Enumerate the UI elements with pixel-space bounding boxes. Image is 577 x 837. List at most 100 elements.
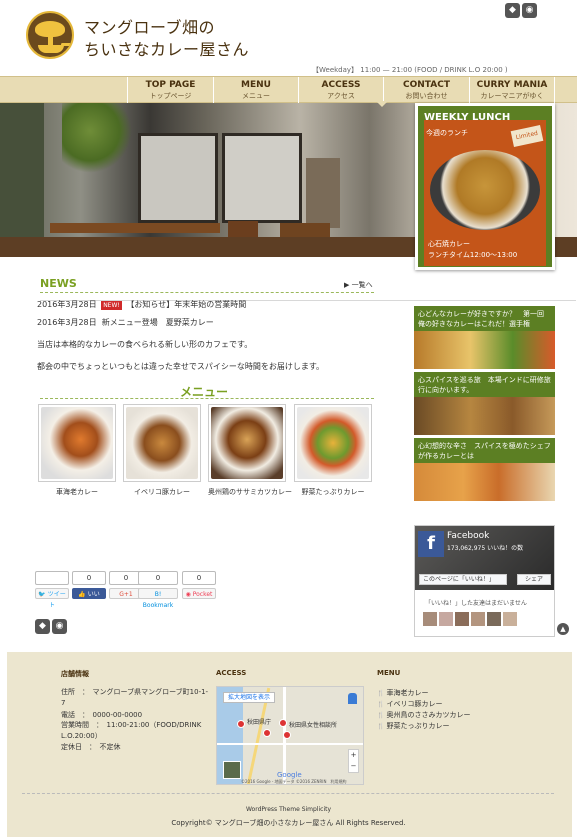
site-logo[interactable] [26,11,74,59]
fb-likes-count: 173,062,975 いいね！の数 [447,545,524,552]
hatena-button[interactable]: B! Bookmark [138,588,178,609]
news-title[interactable]: 【お知らせ】年末年始の営業時間 [126,300,246,309]
banner-text: 心スパイスを巡る旅 本場インドに研修旅行に向かいます。 [418,376,551,394]
nav-label: CURRY MANIA [476,80,548,90]
banner-text: 心どんなカレーが好きですか？ 第一回 俺の好きなカレーはこれだ！選手権 [418,310,551,328]
fb-friends-message: 「いいね！」した友達はまだいません [425,600,527,607]
lunch-subtitle: 今週のランチ [426,129,468,137]
back-to-top-icon[interactable]: ▲ [557,623,569,635]
facebook-widget[interactable]: f Facebook 173,062,975 いいね！の数 このページに「いいね… [414,525,555,637]
news-item[interactable]: 2016年3月28日 新メニュー登場 夏野菜カレー [37,317,214,328]
nav-sublabel: トップページ [149,92,192,100]
nav-label: CONTACT [403,80,450,90]
news-date: 2016年3月28日 [37,318,97,327]
nav-contact[interactable]: CONTACT お問い合わせ [383,77,469,103]
footer-menu-item[interactable]: 🍴 奥州鳥のささみカツカレー [377,710,470,720]
footer-menu-item[interactable]: 🍴 車海老カレー [377,688,428,698]
dish-photo-chicken-katsu[interactable] [208,404,286,482]
fb-like-button[interactable]: 👍 いいね！ [72,588,106,609]
feedly-icon[interactable]: ◆ [505,3,520,18]
tweet-label: ツイート [47,591,66,609]
share-facebook[interactable]: 0 👍 いいね！ [72,571,106,609]
dish-photo-shrimp[interactable] [38,404,116,482]
footer-menu-heading: MENU [377,669,401,677]
theme-credit[interactable]: WordPress Theme Simplicity [0,806,577,813]
like-label: いいね！ [82,591,100,609]
news-title[interactable]: 新メニュー登場 夏野菜カレー [102,318,214,327]
business-hours: 【Weekday】 11:00 — 21:00 (FOOD / DRINK L.… [312,66,508,74]
facebook-icon[interactable]: f [418,531,444,557]
site-title-line1[interactable]: マングローブ畑の [84,14,215,38]
nav-sublabel: メニュー [242,92,270,100]
banner-photo [414,331,555,369]
new-badge: NEW! [101,301,122,310]
store-closed: 定休日 ： 不定休 [61,743,121,751]
feedly-icon[interactable]: ◆ [35,619,50,634]
share-hatena[interactable]: 0 B! Bookmark [138,571,178,609]
weekly-lunch-card[interactable]: WEEKLY LUNCH 今週のランチ Limited 心石焼カレー ランチタイ… [415,103,555,270]
hatena-icon: B! [154,591,162,598]
map-satellite-toggle[interactable] [223,761,241,779]
google-map[interactable]: 拡大地図を表示 秋田県庁 秋田県女性相談所 + − Google ©2016 Go… [216,686,364,785]
footer-menu-item[interactable]: 🍴 野菜たっぷりカレー [377,721,449,731]
store-info-heading: 店舗情報 [61,670,89,678]
news-item[interactable]: 2016年3月28日 NEW! 【お知らせ】年末年始の営業時間 [37,299,246,310]
follow-icons: ◆ ◉ [35,619,69,634]
dish-name[interactable]: イベリコ豚カレー [120,487,204,497]
rss-icon[interactable]: ◉ [522,3,537,18]
map-label: 秋田県女性相談所 [289,722,338,729]
lunch-frame: 今週のランチ Limited 心石焼カレー ランチタイム12:00～13:00 [424,120,546,266]
map-zoom-control[interactable]: + − [348,749,359,773]
nav-label: MENU [241,80,271,90]
pocket-label: Pocket [192,591,213,598]
share-count: 0 [138,571,178,585]
share-twitter[interactable]: 🐦 ツイート [35,571,69,609]
share-pocket[interactable]: 0 ◉ Pocket [182,571,216,601]
nav-top-page[interactable]: TOP PAGE トップページ [127,77,213,103]
map-enlarge-link[interactable]: 拡大地図を表示 [223,692,275,703]
map-pin-icon[interactable] [263,729,271,737]
global-nav: TOP PAGE トップページ MENU メニュー ACCESS アクセス CO… [0,76,577,103]
banner-photo [414,463,555,501]
footer-menu-label: 車海老カレー [386,689,429,697]
news-heading: NEWS [40,277,77,290]
limited-tag: Limited [510,125,544,147]
site-title-line2[interactable]: ちいさなカレー屋さん [84,36,249,60]
footer-menu-item[interactable]: 🍴 イベリコ豚カレー [377,699,442,709]
nav-label: TOP PAGE [145,80,196,90]
bookmark-label: Bookmark [142,602,174,609]
map-pin-icon[interactable] [279,719,287,727]
nav-access[interactable]: ACCESS アクセス [298,77,383,103]
footer-menu-label: 野菜たっぷりカレー [386,722,450,730]
banner-photo [414,397,555,435]
nav-menu[interactable]: MENU メニュー [213,77,298,103]
map-label: 秋田県庁 [247,719,272,726]
fb-page-like-button[interactable]: このページに「いいね！」 [419,574,507,585]
copyright: Copyright© マングローブ畑の小さなカレー屋さん All Rights … [171,819,406,827]
map-pin-icon[interactable] [283,731,291,739]
tweet-button[interactable]: 🐦 ツイート [35,588,69,609]
dish-photo-vegetable[interactable] [294,404,372,482]
pocket-button[interactable]: ◉ Pocket [182,588,216,599]
header-icons: ◆ ◉ [505,3,539,18]
divider [22,793,554,794]
sidebar-banner-3[interactable]: 心幻想的な辛さ スパイスを極めたシェフが作るカレーとは [414,438,555,501]
nav-active-arrow [376,101,388,107]
dish-photo-iberico[interactable] [123,404,201,482]
fb-share-button[interactable]: シェア [517,574,551,585]
sidebar-banner-2[interactable]: 心スパイスを巡る旅 本場インドに研修旅行に向かいます。 [414,372,555,435]
nav-curry-mania[interactable]: CURRY MANIA カレーマニアがゆく [469,77,555,103]
dish-name[interactable]: 野菜たっぷりカレー [291,487,375,497]
sidebar-banner-1[interactable]: 心どんなカレーが好きですか？ 第一回 俺の好きなカレーはこれだ！選手権 [414,306,555,369]
news-more-link[interactable]: ▶ 一覧へ [344,280,373,290]
intro-text: 当店は本格的なカレーの食べられる新しい形のカフェです。 [37,340,253,349]
dish-name[interactable]: 車海老カレー [35,487,119,497]
pegman-icon[interactable] [348,693,357,704]
rss-icon[interactable]: ◉ [52,619,67,634]
lunch-caption: 心石焼カレー [428,240,470,248]
divider [40,292,374,293]
fb-page-name[interactable]: Facebook [447,531,489,541]
map-pin-icon[interactable] [237,720,245,728]
footer-menu-label: イベリコ豚カレー [386,700,443,708]
dish-name[interactable]: 奥州鶏のササミカツカレー [205,487,295,497]
